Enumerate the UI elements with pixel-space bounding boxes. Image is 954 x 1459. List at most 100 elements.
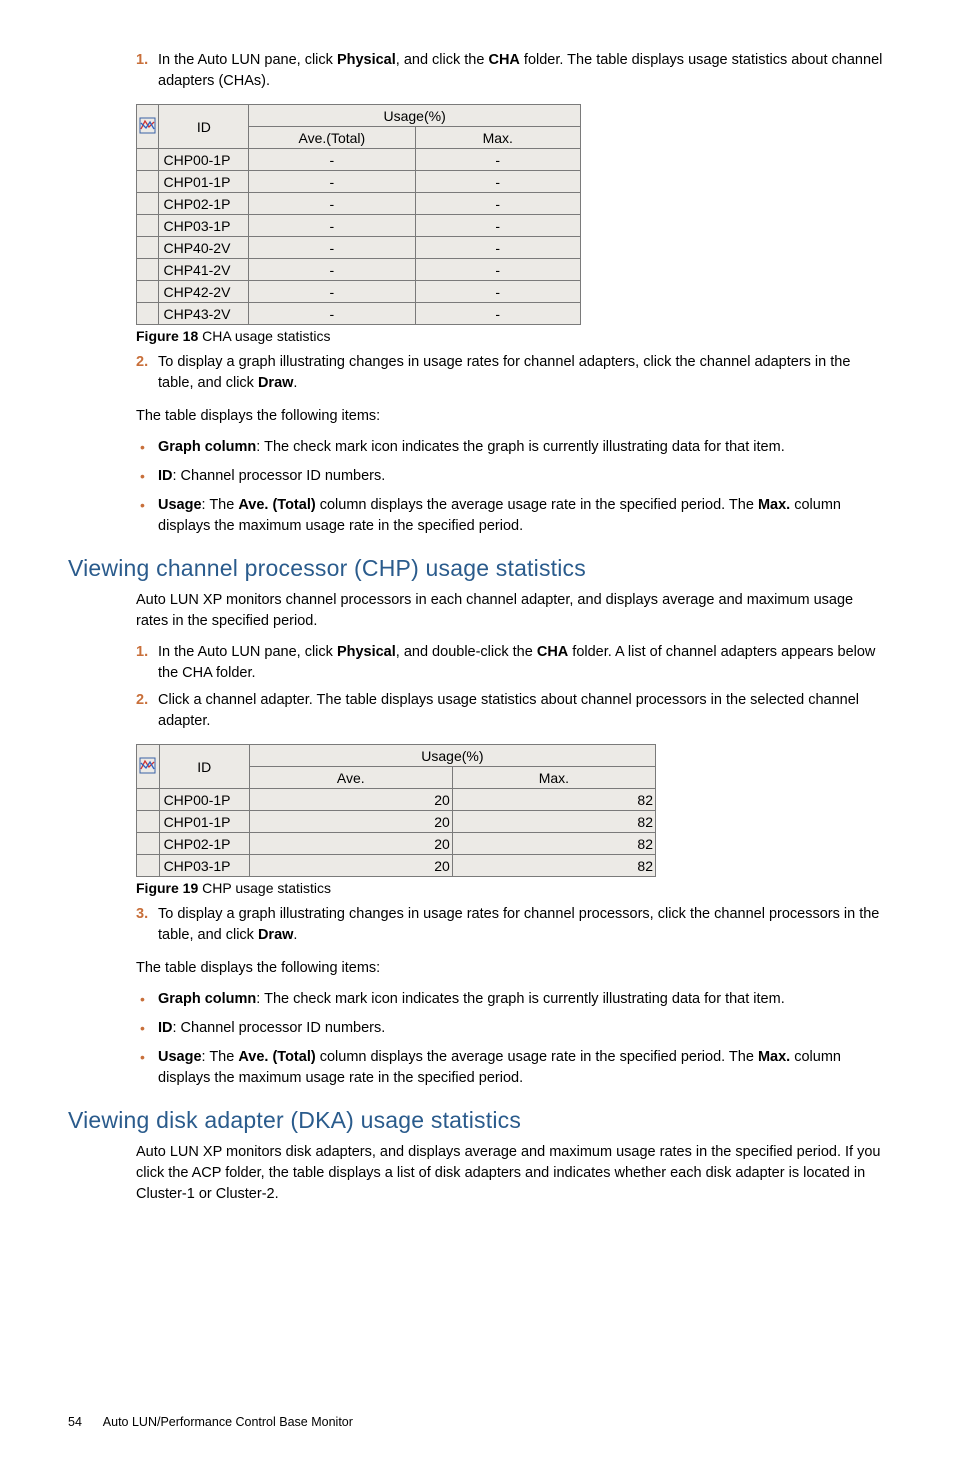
max-header: Max. bbox=[452, 767, 655, 789]
steps-cha: 1. In the Auto LUN pane, click Physical,… bbox=[68, 50, 886, 92]
id-cell: CHP00-1P bbox=[159, 789, 249, 811]
bullet-id: ID: Channel processor ID numbers. bbox=[68, 1018, 886, 1039]
graph-cell bbox=[137, 171, 159, 193]
ave-cell: - bbox=[249, 259, 415, 281]
max-cell: - bbox=[415, 303, 580, 325]
graph-column-header bbox=[137, 105, 159, 149]
max-cell: 82 bbox=[452, 855, 655, 877]
steps-chp: 1. In the Auto LUN pane, click Physical,… bbox=[68, 642, 886, 732]
graph-cell bbox=[137, 303, 159, 325]
id-cell: CHP02-1P bbox=[159, 193, 249, 215]
max-cell: 82 bbox=[452, 811, 655, 833]
id-cell: CHP00-1P bbox=[159, 149, 249, 171]
steps-chp-3: 3. To display a graph illustrating chang… bbox=[68, 904, 886, 946]
ave-cell: 20 bbox=[249, 789, 452, 811]
cha-usage-table: ID Usage(%) Ave.(Total) Max. CHP00-1P--C… bbox=[136, 104, 581, 325]
step-number: 2. bbox=[136, 690, 148, 711]
id-cell: CHP42-2V bbox=[159, 281, 249, 303]
table-row: CHP01-1P2082 bbox=[137, 811, 656, 833]
figure-18-caption: Figure 18 CHA usage statistics bbox=[136, 328, 886, 344]
max-header: Max. bbox=[415, 127, 580, 149]
bullet-graph-column: Graph column: The check mark icon indica… bbox=[68, 437, 886, 458]
items-list-2: Graph column: The check mark icon indica… bbox=[68, 989, 886, 1089]
table-row: CHP43-2V-- bbox=[137, 303, 581, 325]
ave-cell: 20 bbox=[249, 833, 452, 855]
ave-cell: - bbox=[249, 171, 415, 193]
graph-cell bbox=[137, 259, 159, 281]
graph-column-header bbox=[137, 745, 160, 789]
id-cell: CHP41-2V bbox=[159, 259, 249, 281]
graph-cell bbox=[137, 149, 159, 171]
bullet-usage: Usage: The Ave. (Total) column displays … bbox=[68, 1047, 886, 1089]
id-cell: CHP40-2V bbox=[159, 237, 249, 259]
graph-check-icon bbox=[139, 117, 156, 134]
page-content: 1. In the Auto LUN pane, click Physical,… bbox=[0, 0, 954, 1459]
id-cell: CHP02-1P bbox=[159, 833, 249, 855]
usage-header: Usage(%) bbox=[249, 745, 655, 767]
step-text: In the Auto LUN pane, click Physical, an… bbox=[158, 52, 882, 89]
bullet-graph-column: Graph column: The check mark icon indica… bbox=[68, 989, 886, 1010]
dka-intro: Auto LUN XP monitors disk adapters, and … bbox=[136, 1142, 886, 1205]
table-row: CHP00-1P2082 bbox=[137, 789, 656, 811]
usage-header: Usage(%) bbox=[249, 105, 581, 127]
ave-cell: - bbox=[249, 237, 415, 259]
ave-cell: 20 bbox=[249, 811, 452, 833]
table-row: CHP01-1P-- bbox=[137, 171, 581, 193]
id-cell: CHP03-1P bbox=[159, 215, 249, 237]
max-cell: 82 bbox=[452, 833, 655, 855]
max-cell: - bbox=[415, 149, 580, 171]
graph-cell bbox=[137, 789, 160, 811]
step-text: In the Auto LUN pane, click Physical, an… bbox=[158, 644, 875, 681]
id-header: ID bbox=[159, 745, 249, 789]
graph-cell bbox=[137, 281, 159, 303]
page-number: 54 bbox=[68, 1415, 100, 1429]
chp-usage-table: ID Usage(%) Ave. Max. CHP00-1P2082CHP01-… bbox=[136, 744, 656, 877]
heading-chp: Viewing channel processor (CHP) usage st… bbox=[68, 555, 886, 582]
items-intro-2: The table displays the following items: bbox=[136, 958, 886, 979]
max-cell: - bbox=[415, 193, 580, 215]
step-number: 3. bbox=[136, 904, 148, 925]
chp-step-1: 1. In the Auto LUN pane, click Physical,… bbox=[68, 642, 886, 684]
chp-step-2: 2. Click a channel adapter. The table di… bbox=[68, 690, 886, 732]
max-cell: - bbox=[415, 215, 580, 237]
table-row: CHP42-2V-- bbox=[137, 281, 581, 303]
id-cell: CHP03-1P bbox=[159, 855, 249, 877]
id-cell: CHP01-1P bbox=[159, 171, 249, 193]
figure-19-caption: Figure 19 CHP usage statistics bbox=[136, 880, 886, 896]
graph-cell bbox=[137, 811, 160, 833]
step-text: Click a channel adapter. The table displ… bbox=[158, 692, 859, 729]
ave-cell: - bbox=[249, 303, 415, 325]
graph-cell bbox=[137, 833, 160, 855]
ave-header: Ave.(Total) bbox=[249, 127, 415, 149]
table-row: CHP02-1P-- bbox=[137, 193, 581, 215]
ave-cell: - bbox=[249, 193, 415, 215]
bullet-id: ID: Channel processor ID numbers. bbox=[68, 466, 886, 487]
step-2: 2. To display a graph illustrating chang… bbox=[68, 352, 886, 394]
table-row: CHP41-2V-- bbox=[137, 259, 581, 281]
table-row: CHP03-1P2082 bbox=[137, 855, 656, 877]
id-cell: CHP43-2V bbox=[159, 303, 249, 325]
max-cell: - bbox=[415, 259, 580, 281]
max-cell: 82 bbox=[452, 789, 655, 811]
ave-cell: - bbox=[249, 215, 415, 237]
step-text: To display a graph illustrating changes … bbox=[158, 354, 850, 391]
heading-dka: Viewing disk adapter (DKA) usage statist… bbox=[68, 1107, 886, 1134]
step-text: To display a graph illustrating changes … bbox=[158, 906, 879, 943]
ave-cell: - bbox=[249, 281, 415, 303]
table-row: CHP00-1P-- bbox=[137, 149, 581, 171]
graph-cell bbox=[137, 193, 159, 215]
ave-header: Ave. bbox=[249, 767, 452, 789]
bullet-usage: Usage: The Ave. (Total) column displays … bbox=[68, 495, 886, 537]
max-cell: - bbox=[415, 281, 580, 303]
items-intro: The table displays the following items: bbox=[136, 406, 886, 427]
ave-cell: - bbox=[249, 149, 415, 171]
footer-title: Auto LUN/Performance Control Base Monito… bbox=[103, 1415, 353, 1429]
table-row: CHP40-2V-- bbox=[137, 237, 581, 259]
max-cell: - bbox=[415, 237, 580, 259]
ave-cell: 20 bbox=[249, 855, 452, 877]
steps-cha-2: 2. To display a graph illustrating chang… bbox=[68, 352, 886, 394]
step-number: 2. bbox=[136, 352, 148, 373]
page-footer: 54 Auto LUN/Performance Control Base Mon… bbox=[68, 1415, 886, 1429]
id-cell: CHP01-1P bbox=[159, 811, 249, 833]
items-list-1: Graph column: The check mark icon indica… bbox=[68, 437, 886, 537]
